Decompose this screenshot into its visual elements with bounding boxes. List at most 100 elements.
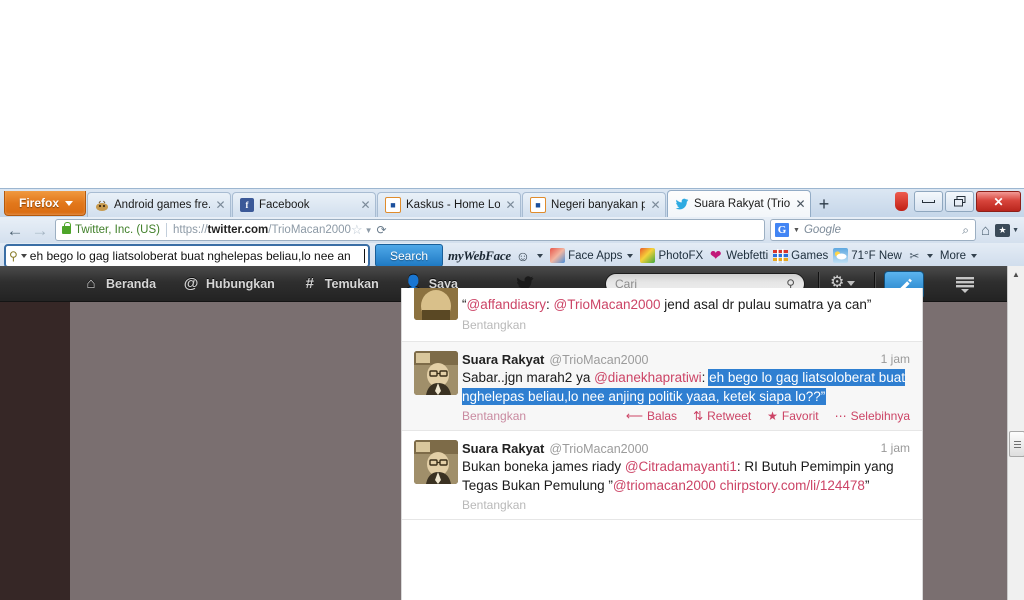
tools-icon: ✂	[909, 248, 920, 263]
tab-facebook[interactable]: f Facebook ✕	[232, 192, 377, 217]
toolbar-item-games[interactable]: Games	[773, 248, 828, 263]
toolbar-item-label: PhotoFX	[658, 249, 704, 262]
tab-android-games[interactable]: Android games fre... ✕	[87, 192, 232, 217]
close-icon[interactable]: ✕	[360, 199, 371, 211]
toolbar-item-label: Webfetti	[726, 249, 769, 262]
firefox-menu-button[interactable]: Firefox	[4, 191, 87, 216]
mention-link[interactable]: @triomacan2000	[613, 478, 716, 493]
new-tab-button[interactable]: +	[814, 194, 834, 216]
home-icon[interactable]: ⌂	[981, 222, 990, 239]
toolbar-item-face-apps[interactable]: Face Apps	[550, 248, 635, 263]
search-icon[interactable]: ⌕	[960, 223, 971, 238]
tweet-item[interactable]: “@affandiasry: @TrioMacan2000 jend asal …	[402, 288, 922, 342]
twitter-bird-icon	[675, 197, 689, 211]
favorite-button[interactable]: ★ Favorit	[767, 409, 818, 423]
reply-arrow-icon: ⟵	[625, 409, 644, 423]
forward-button[interactable]: →	[30, 222, 50, 239]
lock-icon	[62, 222, 71, 234]
toolbar-item-label: Games	[791, 249, 829, 262]
twitter-page: ⌂ Beranda @ Hubungkan # Temukan 👤 Saya C…	[0, 266, 1024, 600]
chevron-down-icon	[847, 280, 856, 286]
search-icon: ⚲	[9, 248, 18, 263]
close-icon[interactable]: ✕	[650, 199, 661, 211]
chevron-down-icon[interactable]	[926, 253, 933, 258]
tweet-actions: ⟵ Balas ⇅ Retweet ★ Favorit ⋯ Selebihnya	[626, 409, 910, 423]
bookmark-star-icon[interactable]: ☆	[351, 222, 363, 238]
search-button[interactable]: Search	[375, 244, 444, 267]
shield-icon[interactable]	[895, 192, 908, 211]
more-button[interactable]: ⋯ Selebihnya	[835, 409, 910, 423]
retweet-button[interactable]: ⇅ Retweet	[693, 409, 751, 423]
back-button[interactable]: ←	[5, 222, 25, 239]
scrollbar-thumb[interactable]	[1009, 431, 1024, 457]
chevron-down-icon[interactable]: ▼	[363, 226, 375, 235]
window-controls: ✕	[895, 191, 1021, 212]
chevron-down-icon[interactable]	[20, 253, 27, 258]
avatar[interactable]	[414, 288, 458, 320]
nav-item-label: Beranda	[106, 276, 157, 291]
tweet-segment: Sabar..jgn marah2 ya	[462, 370, 595, 385]
mention-link[interactable]: @TrioMacan2000	[554, 297, 661, 312]
tab-suara-rakyat[interactable]: Suara Rakyat (Trio... ✕	[667, 190, 812, 217]
bookmarks-icon: ★	[995, 223, 1011, 237]
nav-item-label: Temukan	[324, 276, 379, 291]
search-input[interactable]: ⚲ eh bego lo gag liatsoloberat buat nghe…	[4, 243, 370, 268]
close-icon[interactable]: ✕	[505, 199, 516, 211]
google-icon: G	[775, 223, 789, 237]
url-path: /TrioMacan2000	[268, 224, 351, 236]
toolbar-item-weather[interactable]: 71°F New	[833, 248, 902, 263]
toolbar-item-more[interactable]: More	[940, 250, 979, 262]
nav-item-beranda[interactable]: ⌂ Beranda	[82, 275, 156, 292]
mention-link[interactable]: @dianekhapratiwi	[594, 370, 702, 385]
browser-search-box[interactable]: G ▼ Google ⌕	[770, 219, 976, 241]
toolbar-item-tools[interactable]: ✂	[907, 248, 935, 263]
chevron-down-icon[interactable]	[627, 253, 634, 258]
firefox-menu-label: Firefox	[19, 196, 60, 210]
tweet-timestamp[interactable]: 1 jam	[881, 351, 910, 368]
url-text: https://twitter.com/TrioMacan2000	[173, 224, 351, 236]
expand-link[interactable]: Bentangkan	[462, 409, 526, 423]
chevron-down-icon[interactable]	[537, 253, 544, 258]
nav-item-temukan[interactable]: # Temukan	[301, 275, 379, 292]
avatar[interactable]	[414, 440, 458, 484]
tweet-author-name[interactable]: Suara Rakyat	[462, 440, 544, 457]
chevron-down-icon[interactable]	[971, 253, 978, 258]
tweet-author-name[interactable]: Suara Rakyat	[462, 351, 544, 368]
url-bar[interactable]: Twitter, Inc. (US) https://twitter.com/T…	[55, 219, 765, 241]
toolbar-item-label: 71°F New	[851, 249, 902, 262]
nav-item-hubungkan[interactable]: @ Hubungkan	[182, 275, 275, 292]
avatar[interactable]	[414, 351, 458, 395]
toolbar-item-label: Face Apps	[568, 249, 623, 262]
photofx-icon	[640, 248, 656, 263]
toolbar-item-photofx[interactable]: PhotoFX	[640, 248, 703, 263]
mention-link[interactable]: @affandiasry	[467, 297, 547, 312]
tab-kaskus-home[interactable]: ■ Kaskus - Home Log... ✕	[377, 192, 522, 217]
stack-upload-icon[interactable]	[952, 275, 978, 295]
tab-negeri-banyakan[interactable]: ■ Negeri banyakan pr... ✕	[522, 192, 667, 217]
tab-strip: Firefox Android games fre... ✕ f Faceboo…	[0, 189, 1024, 217]
toolbar-item-webfetti[interactable]: ❤ Webfetti	[708, 248, 768, 263]
minimize-button[interactable]	[914, 191, 943, 212]
mention-link[interactable]: @Citradamayanti1	[625, 459, 737, 474]
expand-link[interactable]: Bentangkan	[462, 498, 526, 512]
reload-button[interactable]: ⟳	[375, 223, 389, 237]
restore-button[interactable]	[945, 191, 974, 212]
bookmarks-menu-button[interactable]: ★ ▼	[995, 223, 1019, 237]
chevron-down-icon[interactable]: ▼	[793, 227, 800, 234]
close-icon[interactable]: ✕	[215, 199, 226, 211]
close-icon[interactable]: ✕	[795, 198, 806, 210]
tweet-author-handle[interactable]: @TrioMacan2000	[549, 441, 648, 458]
mywebface-brand: myWebFace	[448, 247, 511, 263]
page-scrollbar[interactable]: ▲	[1007, 266, 1024, 600]
facebook-icon: f	[240, 198, 255, 212]
tweet-item[interactable]: Suara Rakyat @TrioMacan2000 1 jam Sabar.…	[402, 342, 922, 431]
face-apps-icon	[550, 248, 566, 263]
tweet-item[interactable]: Suara Rakyat @TrioMacan2000 1 jam Bukan …	[402, 431, 922, 520]
tweet-author-handle[interactable]: @TrioMacan2000	[549, 352, 648, 369]
expand-link[interactable]: Bentangkan	[462, 318, 526, 332]
tweet-timestamp[interactable]: 1 jam	[881, 440, 910, 457]
close-button[interactable]: ✕	[976, 191, 1021, 212]
reply-button[interactable]: ⟵ Balas	[626, 409, 677, 423]
external-link[interactable]: chirpstory.com/li/124478	[720, 478, 865, 493]
scroll-up-button[interactable]: ▲	[1008, 266, 1024, 282]
